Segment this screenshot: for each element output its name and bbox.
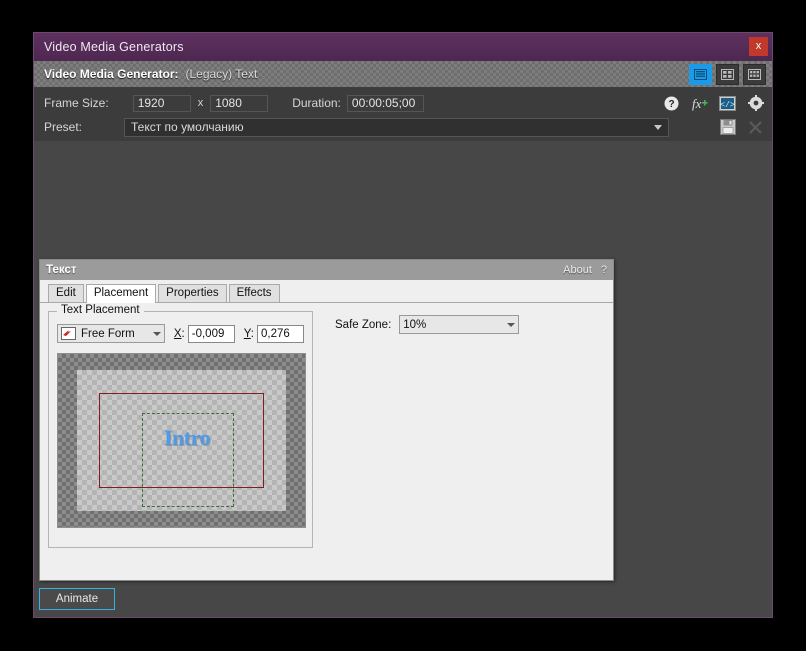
help-icon[interactable]: ? <box>663 95 680 112</box>
duration-label: Duration: <box>292 96 341 110</box>
about-link[interactable]: About <box>563 264 592 276</box>
svg-text:fx: fx <box>692 96 702 111</box>
medium-grid-view-icon[interactable] <box>716 64 739 85</box>
preset-dropdown[interactable]: Текст по умолчанию <box>124 117 670 137</box>
delete-icon <box>747 119 764 136</box>
safe-zone-dropdown[interactable]: 10% <box>399 315 520 334</box>
generator-header-strip: Video Media Generator: (Legacy) Text <box>34 61 772 87</box>
preset-action-icons <box>719 115 764 139</box>
tab-edit[interactable]: Edit <box>48 284 84 302</box>
fx-icon[interactable]: fx <box>691 95 708 112</box>
y-label: Y: <box>243 327 254 340</box>
safe-zone-value: 10% <box>403 318 427 331</box>
text-generator-dialog: Текст About ? Edit Placement Properties … <box>39 259 614 581</box>
preview-text: Intro <box>164 425 211 450</box>
frame-size-label: Frame Size: <box>44 96 109 110</box>
animate-button[interactable]: Animate <box>39 588 115 610</box>
preset-label: Preset: <box>44 120 83 134</box>
generator-label: Video Media Generator: <box>44 67 179 81</box>
close-icon[interactable]: x <box>749 37 768 56</box>
save-icon[interactable] <box>719 119 736 136</box>
generator-value: (Legacy) Text <box>185 67 258 81</box>
view-mode-group <box>689 64 766 85</box>
chevron-down-icon <box>152 331 161 336</box>
placement-tab-panel: Text Placement Free Form X: -0,009 Y: 0,… <box>40 303 613 580</box>
x-position-input[interactable] <box>187 324 235 343</box>
text-dialog-title: Текст <box>46 264 77 276</box>
gear-icon[interactable] <box>747 95 764 112</box>
generator-fields: Frame Size: x Duration: ? fx </> <box>34 87 772 141</box>
duration-input[interactable] <box>346 94 424 112</box>
text-dialog-titlebar: Текст About ? <box>40 260 613 280</box>
code-icon[interactable]: </> <box>719 95 736 112</box>
y-position-input[interactable] <box>257 324 304 343</box>
safe-zone-label: Safe Zone: <box>335 318 392 331</box>
help-icon[interactable]: ? <box>601 264 607 276</box>
generator-toolbar-icons: ? fx </> <box>663 91 764 115</box>
frame-height-input[interactable] <box>210 94 269 112</box>
placement-mode-dropdown[interactable]: Free Form <box>57 324 165 343</box>
video-media-generators-window: Video Media Generators x Video Media Gen… <box>33 32 773 618</box>
safe-zone-row: Safe Zone: 10% <box>335 315 520 334</box>
window-title: Video Media Generators <box>44 40 184 54</box>
svg-text:</>: </> <box>720 101 735 110</box>
chevron-down-icon <box>654 124 663 130</box>
preset-value: Текст по умолчанию <box>131 119 244 134</box>
text-dialog-title-actions: About ? <box>563 264 607 276</box>
text-placement-preview[interactable]: Intro <box>57 353 306 528</box>
frame-size-separator: x <box>197 97 204 109</box>
x-label: X: <box>173 327 185 340</box>
placement-controls-row: Free Form X: Y: <box>57 324 304 343</box>
text-placement-group: Text Placement Free Form X: -0,009 Y: 0,… <box>48 304 313 548</box>
tabstrip: Edit Placement Properties Effects <box>40 280 613 303</box>
frame-size-row: Frame Size: x Duration: ? fx </> <box>34 91 772 115</box>
list-view-icon[interactable] <box>689 64 712 85</box>
free-form-icon <box>61 327 76 340</box>
tab-effects[interactable]: Effects <box>228 284 280 302</box>
svg-text:?: ? <box>668 99 674 110</box>
text-placement-legend: Text Placement <box>57 304 144 316</box>
window-titlebar: Video Media Generators x <box>34 33 772 61</box>
frame-width-input[interactable] <box>132 94 191 112</box>
tab-properties[interactable]: Properties <box>158 284 227 302</box>
chevron-down-icon <box>507 322 516 327</box>
large-grid-view-icon[interactable] <box>743 64 766 85</box>
tab-placement[interactable]: Placement <box>85 284 157 303</box>
placement-mode-value: Free Form <box>81 327 135 340</box>
preset-row: Preset: Текст по умолчанию <box>34 115 772 139</box>
generator-body: Текст About ? Edit Placement Properties … <box>34 141 772 617</box>
